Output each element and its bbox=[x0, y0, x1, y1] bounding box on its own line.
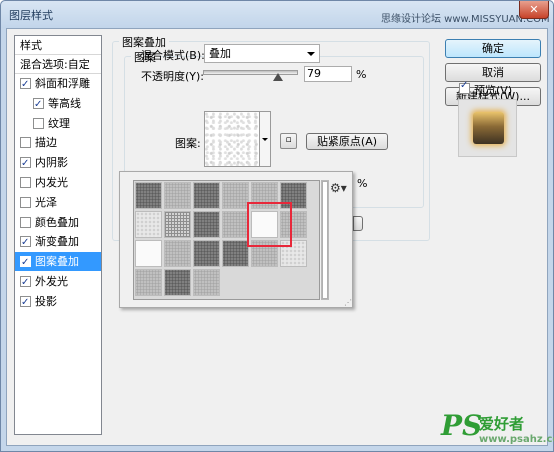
style-item[interactable]: 内发光 bbox=[15, 173, 101, 192]
blend-mode-value: 叠加 bbox=[209, 47, 231, 60]
style-item[interactable]: 纹理 bbox=[15, 114, 101, 133]
style-item-label: 内发光 bbox=[35, 176, 68, 189]
pattern-swatch[interactable] bbox=[222, 182, 249, 209]
style-item-label: 外发光 bbox=[35, 275, 68, 288]
preview-toggle[interactable]: 预览(V) bbox=[459, 80, 529, 97]
close-button[interactable]: ✕ bbox=[519, 1, 549, 19]
pattern-thumbnail[interactable] bbox=[204, 111, 260, 167]
pattern-swatch[interactable] bbox=[193, 269, 220, 296]
style-item-checkbox[interactable] bbox=[20, 233, 31, 252]
pattern-swatch[interactable] bbox=[164, 211, 191, 238]
style-item[interactable]: 描边 bbox=[15, 133, 101, 152]
style-item-label: 光泽 bbox=[35, 195, 57, 209]
ps-logo: PS bbox=[441, 409, 483, 442]
pattern-swatch[interactable] bbox=[135, 240, 162, 267]
resize-grip-icon[interactable]: ⋰ bbox=[344, 298, 352, 307]
title-bar: 图层样式 思缘设计论坛 www.MISSYUAN.COM ✕ bbox=[1, 1, 553, 28]
gear-icon[interactable]: ⚙▾ bbox=[330, 181, 347, 195]
pattern-swatch[interactable] bbox=[135, 269, 162, 296]
pattern-swatch[interactable] bbox=[135, 211, 162, 238]
style-item-label: 渐变叠加 bbox=[35, 235, 79, 249]
style-item[interactable]: 渐变叠加 bbox=[15, 232, 101, 252]
preview-checkbox[interactable] bbox=[459, 80, 470, 94]
pattern-swatch[interactable] bbox=[135, 182, 162, 209]
scale-unit: % bbox=[357, 177, 368, 190]
style-item-label: 斜面和浮雕 bbox=[35, 77, 90, 90]
opacity-input[interactable]: 79 bbox=[304, 66, 352, 82]
style-item-label: 等高线 bbox=[48, 96, 81, 110]
blend-mode-label: 混合模式(B): bbox=[141, 49, 205, 62]
style-item[interactable]: 颜色叠加 bbox=[15, 213, 101, 232]
new-preset-icon[interactable]: ▫ bbox=[280, 133, 297, 149]
layer-style-dialog: 图层样式 思缘设计论坛 www.MISSYUAN.COM ✕ 样式 混合选项:自… bbox=[0, 0, 554, 452]
preview-shape bbox=[473, 112, 504, 144]
style-item-checkbox[interactable] bbox=[20, 216, 31, 228]
snap-to-origin-button[interactable]: 贴紧原点(A) bbox=[306, 133, 388, 150]
pattern-swatch[interactable] bbox=[222, 211, 249, 238]
styles-list: 样式 混合选项:自定 斜面和浮雕等高线纹理描边内阴影内发光光泽颜色叠加渐变叠加图… bbox=[14, 35, 102, 435]
preview-label: 预览(V) bbox=[474, 84, 513, 97]
style-item[interactable]: 斜面和浮雕 bbox=[15, 74, 101, 94]
style-item-checkbox[interactable] bbox=[20, 75, 31, 94]
opacity-unit: % bbox=[356, 68, 367, 81]
styles-header[interactable]: 样式 bbox=[15, 36, 101, 55]
blend-mode-select[interactable]: 叠加 bbox=[204, 44, 320, 63]
site-url: www.psahz.com bbox=[479, 434, 554, 445]
blend-options-item[interactable]: 混合选项:自定 bbox=[15, 55, 101, 74]
dialog-title: 图层样式 bbox=[9, 9, 53, 22]
pattern-swatch[interactable] bbox=[164, 269, 191, 296]
pattern-dropdown-button[interactable] bbox=[260, 111, 271, 167]
style-item-checkbox[interactable] bbox=[20, 253, 31, 272]
pattern-swatch[interactable] bbox=[164, 182, 191, 209]
style-item-checkbox[interactable] bbox=[20, 154, 31, 173]
pattern-picker-popup: ⚙▾ ⋰ bbox=[119, 171, 353, 308]
opacity-slider[interactable] bbox=[203, 70, 298, 75]
style-item-label: 投影 bbox=[35, 294, 57, 308]
style-item-label: 描边 bbox=[35, 136, 57, 150]
style-item-label: 纹理 bbox=[48, 116, 70, 130]
picker-scrollbar[interactable] bbox=[321, 180, 329, 300]
style-preview-thumbnail bbox=[458, 99, 517, 157]
style-item[interactable]: 图案叠加 bbox=[15, 252, 101, 272]
style-item[interactable]: 内阴影 bbox=[15, 153, 101, 173]
chevron-down-icon bbox=[307, 52, 315, 56]
style-item[interactable]: 投影 bbox=[15, 292, 101, 312]
style-item-checkbox[interactable] bbox=[20, 177, 31, 188]
partially-hidden-button[interactable] bbox=[353, 216, 363, 231]
ps-logo-chinese: 爱好者 bbox=[479, 415, 525, 433]
pattern-swatch[interactable] bbox=[193, 182, 220, 209]
style-item-label: 图案叠加 bbox=[35, 255, 79, 269]
style-item-label: 内阴影 bbox=[35, 156, 68, 170]
style-item-checkbox[interactable] bbox=[20, 196, 31, 208]
style-item[interactable]: 等高线 bbox=[15, 94, 101, 114]
style-item-label: 颜色叠加 bbox=[35, 215, 79, 229]
style-item-checkbox[interactable] bbox=[33, 117, 44, 129]
pattern-swatch[interactable] bbox=[164, 240, 191, 267]
style-item[interactable]: 光泽 bbox=[15, 193, 101, 212]
pattern-swatch[interactable] bbox=[193, 240, 220, 267]
picker-scrollbar-thumb[interactable] bbox=[322, 181, 328, 299]
ok-button[interactable]: 确定 bbox=[445, 39, 541, 58]
style-item-checkbox[interactable] bbox=[20, 137, 31, 149]
opacity-slider-thumb[interactable] bbox=[273, 73, 284, 81]
pattern-swatch[interactable] bbox=[193, 211, 220, 238]
selected-pattern-highlight bbox=[247, 202, 292, 247]
style-item-checkbox[interactable] bbox=[20, 293, 31, 312]
opacity-label: 不透明度(Y): bbox=[141, 70, 205, 83]
pattern-label: 图案: bbox=[175, 137, 201, 150]
style-item-checkbox[interactable] bbox=[20, 273, 31, 292]
style-item-checkbox[interactable] bbox=[33, 95, 44, 114]
style-item[interactable]: 外发光 bbox=[15, 272, 101, 292]
pattern-swatch[interactable] bbox=[222, 240, 249, 267]
